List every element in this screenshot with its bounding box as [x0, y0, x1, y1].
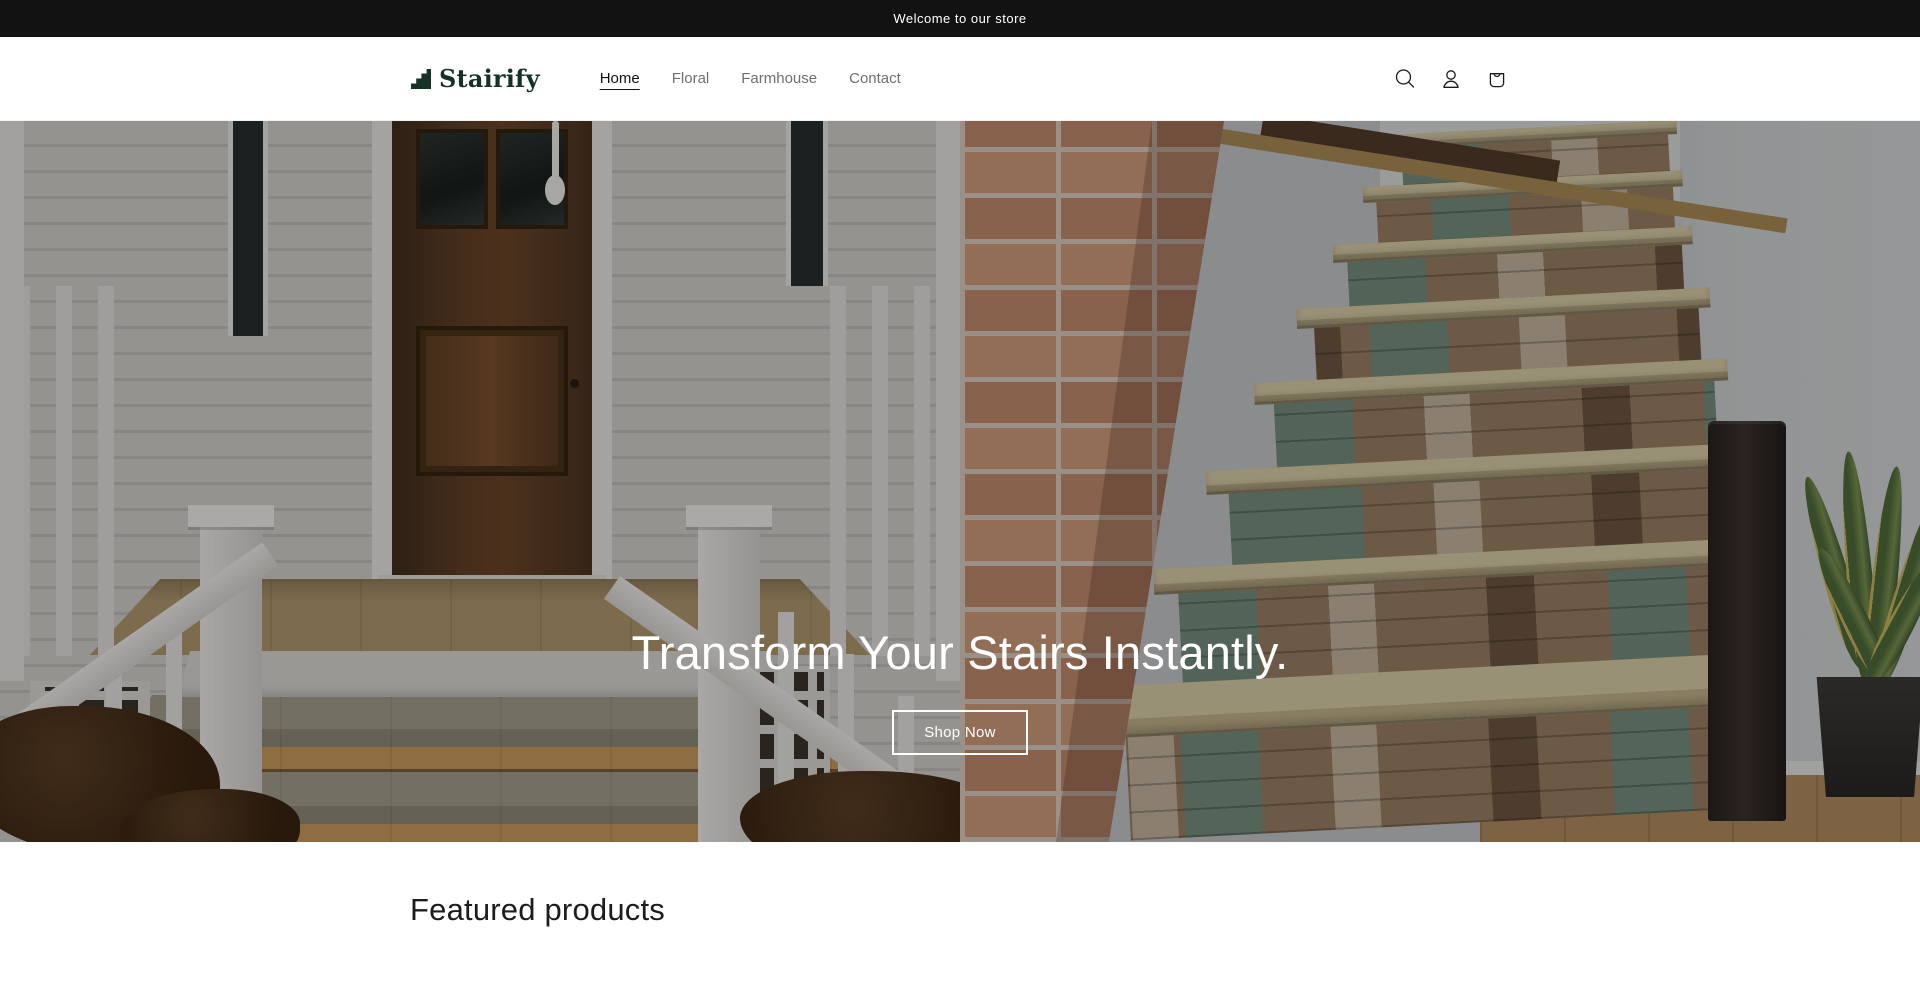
nav-link-floral[interactable]: Floral [672, 70, 710, 87]
nav-link-home[interactable]: Home [600, 70, 640, 87]
cart-icon[interactable] [1484, 66, 1510, 92]
featured-products-heading: Featured products [410, 892, 1510, 928]
nav-link-contact[interactable]: Contact [849, 70, 901, 87]
hero-banner: Transform Your Stairs Instantly. Shop No… [0, 121, 1920, 842]
announcement-text: Welcome to our store [893, 11, 1026, 26]
nav-link-farmhouse[interactable]: Farmhouse [741, 70, 817, 87]
announcement-bar: Welcome to our store [0, 0, 1920, 37]
stairs-logo-icon [410, 68, 432, 90]
featured-products-section: Featured products [410, 842, 1510, 928]
hero-heading: Transform Your Stairs Instantly. [260, 626, 1660, 680]
site-header: Stairify Home Floral Farmhouse Contact [0, 37, 1920, 121]
hero-content: Transform Your Stairs Instantly. Shop No… [260, 626, 1660, 755]
header-actions [1392, 66, 1510, 92]
storefront-page: Welcome to our store Stairify Home Flora… [0, 0, 1920, 993]
account-icon[interactable] [1438, 66, 1464, 92]
shop-now-button[interactable]: Shop Now [892, 710, 1028, 755]
main-nav: Home Floral Farmhouse Contact [600, 70, 901, 87]
search-icon[interactable] [1392, 66, 1418, 92]
brand-logo[interactable]: Stairify [410, 64, 540, 93]
brand-name: Stairify [439, 64, 540, 93]
